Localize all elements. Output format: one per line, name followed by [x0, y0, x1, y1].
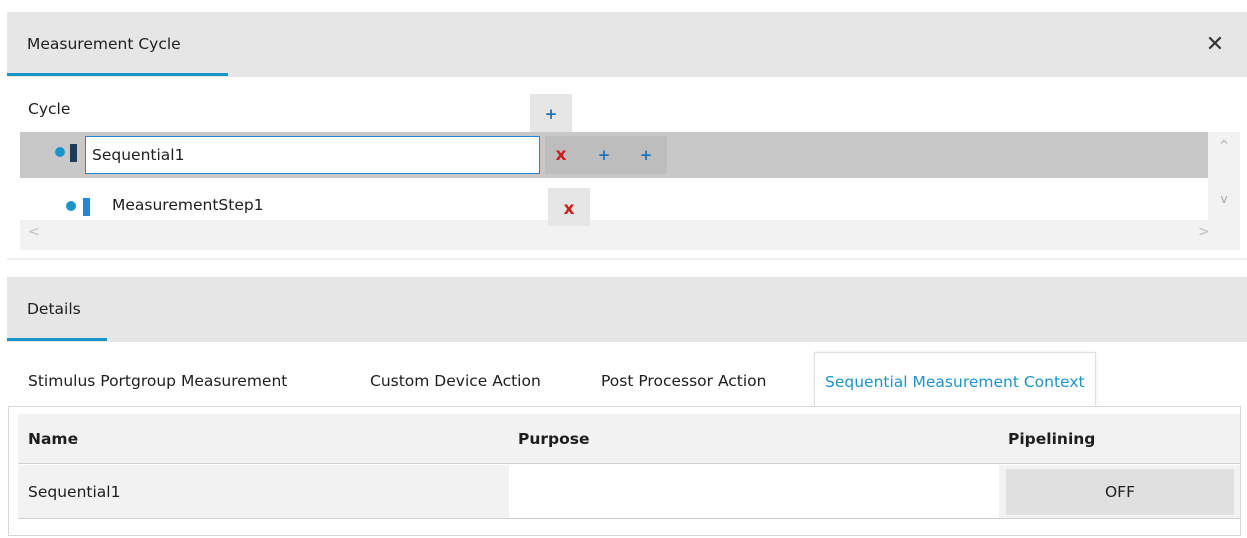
table-row[interactable]: Sequential1 OFF: [18, 465, 1240, 519]
node-name[interactable]: MeasurementStep1: [112, 196, 264, 214]
scroll-left-icon[interactable]: <: [28, 224, 40, 240]
active-tab-indicator: [7, 73, 228, 76]
column-header-name[interactable]: Name: [28, 414, 78, 464]
scroll-down-icon[interactable]: v: [1208, 192, 1240, 206]
node-status-icon: [66, 201, 76, 211]
tab-custom-device-action[interactable]: Custom Device Action: [360, 352, 551, 410]
step-node-icon: [83, 198, 90, 216]
active-tab-indicator: [7, 338, 107, 341]
delete-node-icon[interactable]: x: [554, 194, 584, 224]
tab-sequential-measurement-context[interactable]: Sequential Measurement Context: [814, 352, 1096, 410]
close-icon[interactable]: ✕: [1200, 30, 1230, 60]
scroll-up-icon[interactable]: ^: [1208, 138, 1240, 152]
purpose-cell[interactable]: [509, 465, 999, 518]
tab-stimulus-portgroup-measurement[interactable]: Stimulus Portgroup Measurement: [18, 352, 297, 410]
panel-splitter[interactable]: [7, 258, 1247, 260]
name-cell: Sequential1: [28, 483, 121, 501]
step-actions: x: [548, 188, 590, 226]
add-sibling-icon[interactable]: +: [634, 140, 658, 170]
tab-post-processor-action[interactable]: Post Processor Action: [591, 352, 776, 410]
column-header-purpose[interactable]: Purpose: [518, 414, 590, 464]
column-header-pipelining[interactable]: Pipelining: [1008, 414, 1095, 464]
cycle-label: Cycle: [28, 100, 71, 118]
add-cycle-button[interactable]: +: [530, 94, 572, 134]
node-name-input[interactable]: Sequential1: [85, 136, 540, 174]
node-status-icon: [55, 147, 65, 157]
delete-node-icon[interactable]: x: [546, 140, 576, 170]
add-child-icon[interactable]: +: [592, 140, 616, 170]
pipelining-toggle[interactable]: OFF: [1006, 469, 1234, 515]
vertical-scrollbar[interactable]: ^ v: [1208, 132, 1240, 250]
details-header: [7, 277, 1247, 342]
table-header: Name Purpose Pipelining: [18, 414, 1240, 464]
tab-details[interactable]: Details: [7, 277, 107, 342]
node-actions: x + +: [545, 136, 667, 174]
scroll-right-icon[interactable]: >: [1198, 224, 1210, 240]
tab-measurement-cycle[interactable]: Measurement Cycle: [7, 12, 227, 77]
sequential-node-icon: [70, 144, 77, 162]
